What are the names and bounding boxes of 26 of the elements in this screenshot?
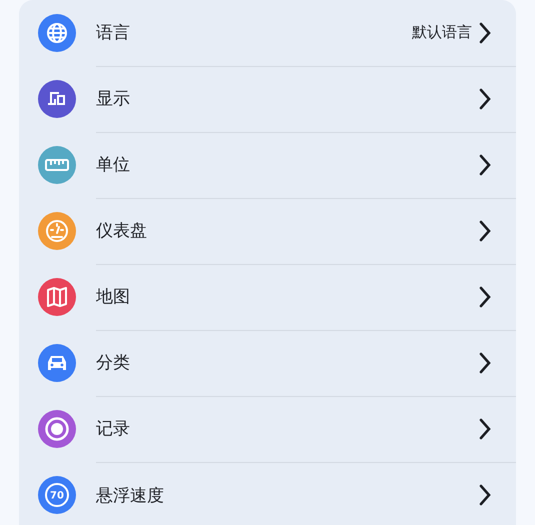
item-label: 悬浮速度 (96, 484, 165, 506)
settings-item[interactable]: 显示 (96, 66, 516, 132)
item-label: 仪表盘 (96, 220, 148, 242)
chevron-right-icon (478, 350, 492, 374)
item-label: 分类 (96, 352, 131, 374)
speed-limit-number: 70 (50, 490, 64, 502)
chevron-right-icon (478, 284, 492, 308)
item-label: 地图 (96, 286, 131, 308)
item-label: 语言 (96, 22, 131, 44)
chevron-right-icon (478, 483, 492, 507)
item-label: 单位 (96, 154, 131, 176)
settings-item[interactable]: 仪表盘 (96, 198, 516, 264)
settings-item[interactable]: 地图 (96, 264, 516, 330)
chevron-right-icon (478, 20, 492, 44)
item-label: 记录 (96, 418, 131, 440)
item-label: 显示 (96, 88, 131, 110)
settings-item[interactable]: 单位 (96, 132, 516, 198)
settings-item[interactable]: 悬浮速度 (96, 462, 516, 525)
chevron-right-icon (478, 416, 492, 440)
settings-item[interactable]: 分类 (96, 330, 516, 396)
chevron-right-icon (478, 86, 492, 110)
chevron-right-icon (478, 152, 492, 176)
settings-item[interactable]: 语言 默认语言 (96, 0, 516, 66)
chevron-right-icon (478, 218, 492, 242)
item-value: 默认语言 (412, 23, 472, 42)
settings-item[interactable]: 记录 (96, 396, 516, 462)
